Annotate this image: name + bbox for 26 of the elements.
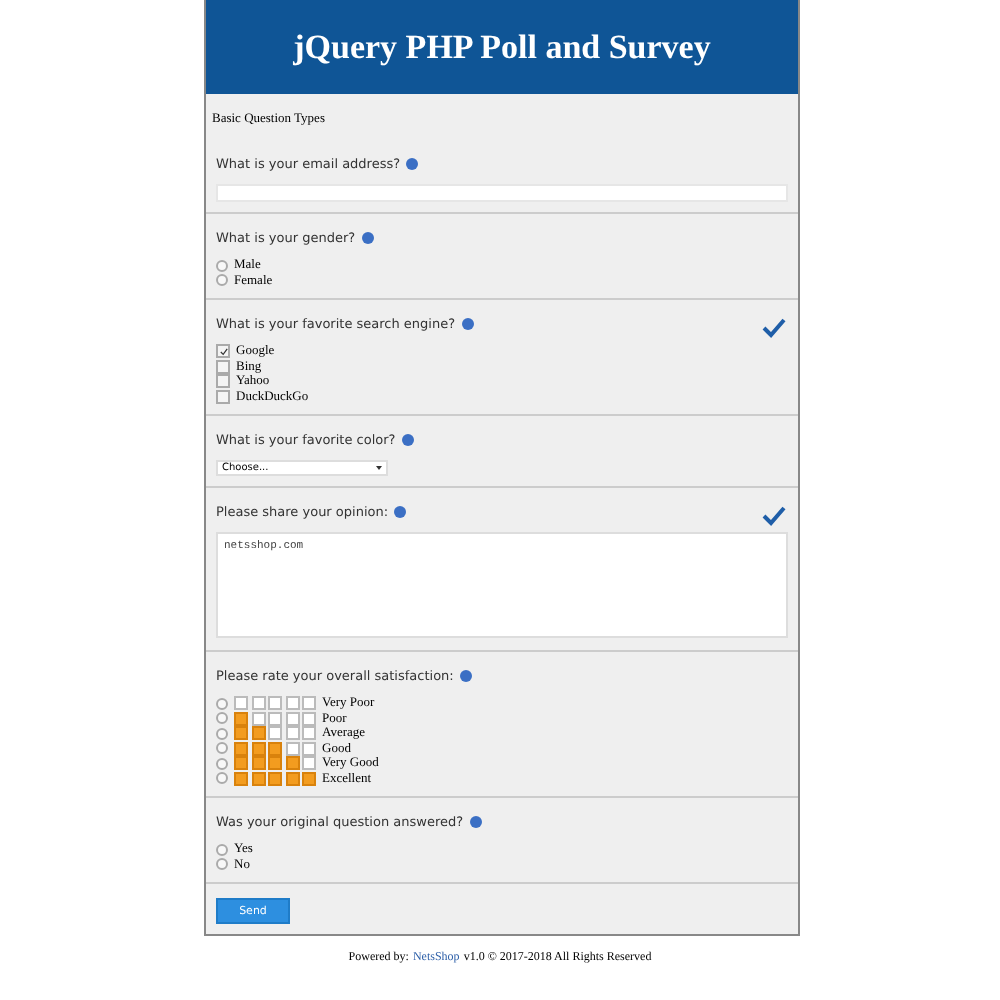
checkmark-icon <box>762 506 786 526</box>
help-icon[interactable] <box>461 318 474 330</box>
radio-button[interactable] <box>216 259 228 272</box>
checkbox[interactable] <box>216 344 230 359</box>
radio-button[interactable] <box>216 727 228 740</box>
radio-button[interactable] <box>216 772 228 785</box>
email-field[interactable] <box>216 184 788 202</box>
page-title: jQuery PHP Poll and Survey <box>206 0 798 94</box>
dropdown-arrow-icon <box>376 466 382 470</box>
radio-button[interactable] <box>216 712 228 725</box>
radio-button[interactable] <box>216 742 228 755</box>
checkbox[interactable] <box>216 359 230 374</box>
radio-button[interactable] <box>216 757 228 770</box>
checkbox[interactable] <box>216 374 230 389</box>
help-icon[interactable] <box>394 506 407 518</box>
checkmark-icon <box>762 318 786 338</box>
help-icon[interactable] <box>361 232 374 244</box>
help-icon[interactable] <box>459 670 472 682</box>
help-icon[interactable] <box>469 816 482 828</box>
radio-button[interactable] <box>216 274 228 287</box>
help-icon[interactable] <box>406 158 419 170</box>
checkbox[interactable] <box>216 389 230 404</box>
radio-button[interactable] <box>216 843 228 856</box>
radio-button[interactable] <box>216 697 228 710</box>
radio-button[interactable] <box>216 858 228 871</box>
help-icon[interactable] <box>401 434 414 446</box>
